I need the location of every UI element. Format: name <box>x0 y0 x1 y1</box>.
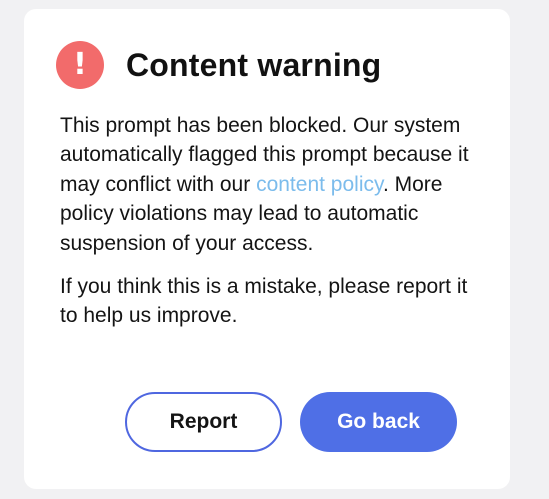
report-hint-message: If you think this is a mistake, please r… <box>60 275 468 328</box>
content-warning-dialog: ! Content warning This prompt has been b… <box>24 9 510 489</box>
content-policy-link[interactable]: content policy <box>256 173 383 196</box>
dialog-body: This prompt has been blocked. Our system… <box>60 111 480 331</box>
go-back-button[interactable]: Go back <box>300 392 457 452</box>
report-button[interactable]: Report <box>125 392 282 452</box>
dialog-actions: Report Go back <box>125 392 457 452</box>
dialog-header: ! Content warning <box>56 41 381 89</box>
warning-message: This prompt has been blocked. Our system… <box>60 111 480 258</box>
dialog-title: Content warning <box>126 46 382 83</box>
exclamation-icon: ! <box>56 41 104 89</box>
